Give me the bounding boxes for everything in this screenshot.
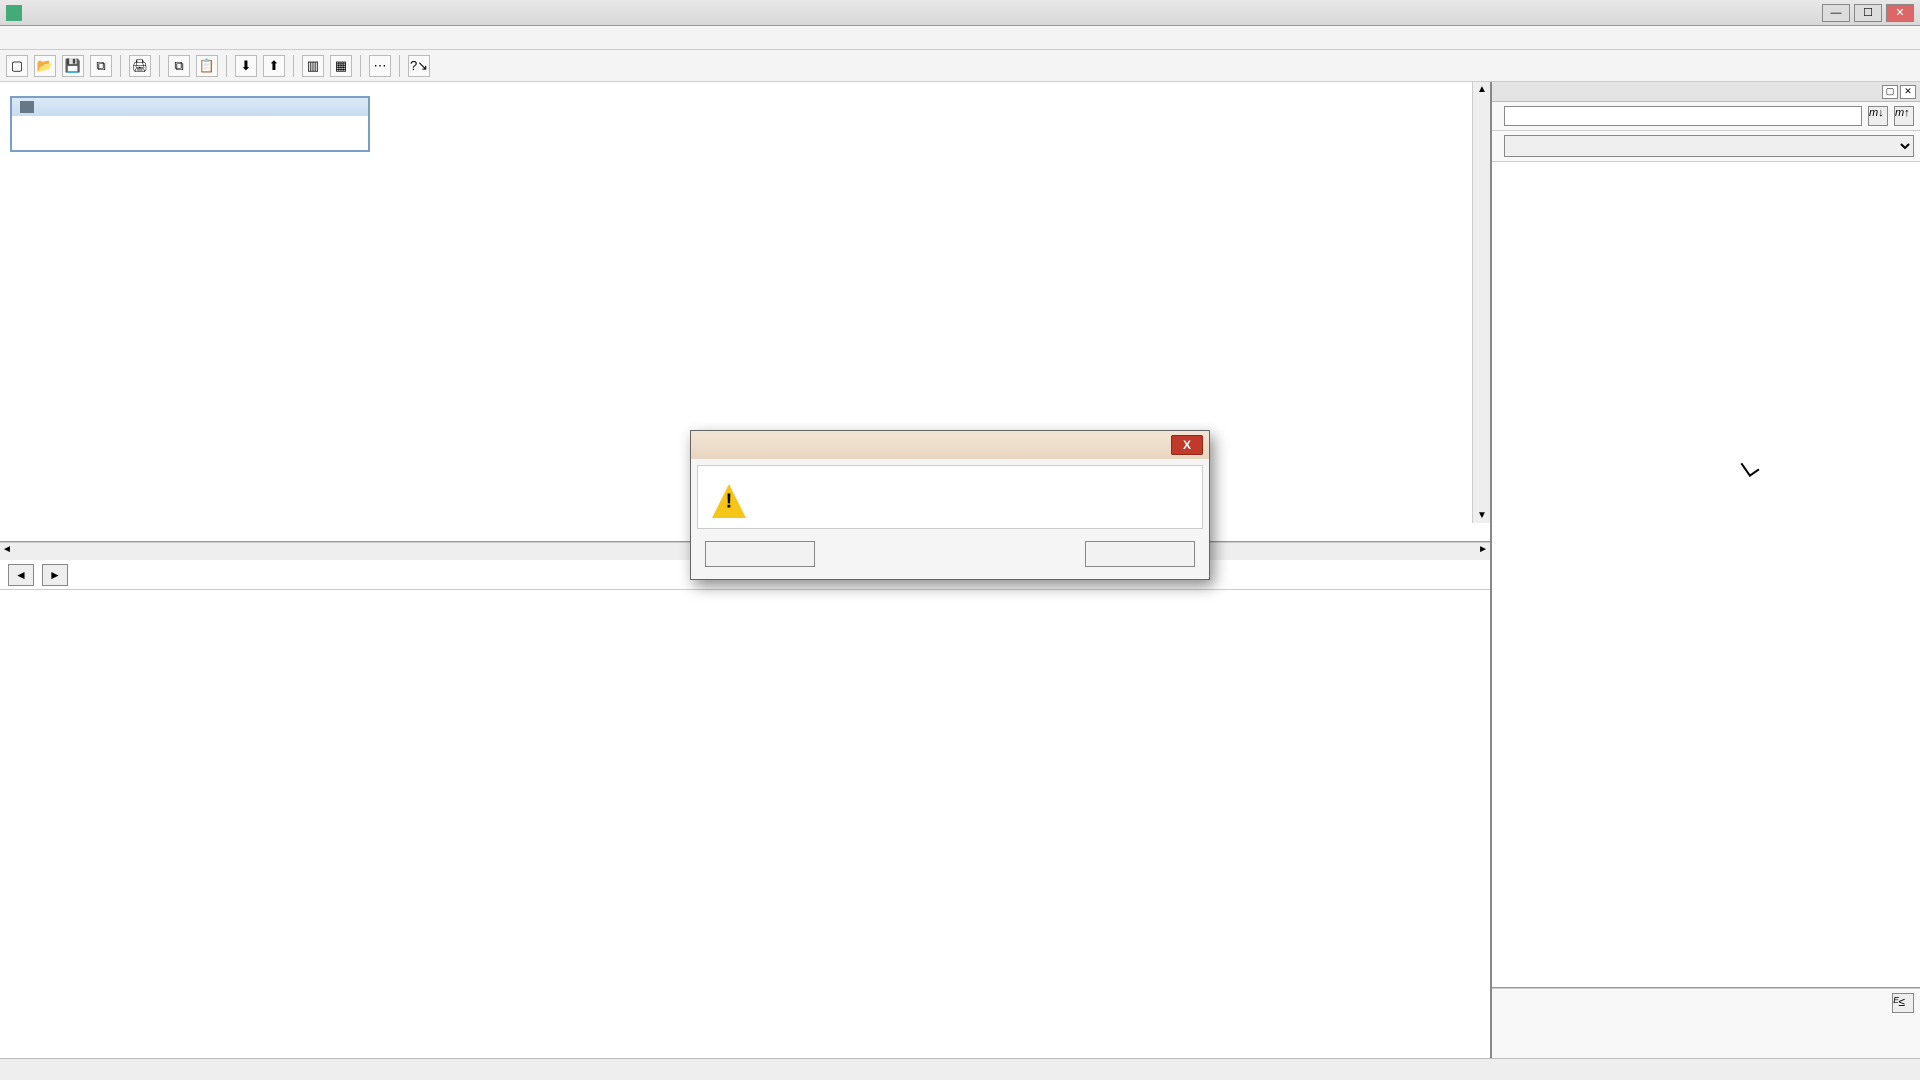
download-icon[interactable]: ⬇ — [235, 55, 257, 77]
toolbar: ▢ 📂 💾 ⧉ 🖨 ⧉ 📋 ⬇ ⬆ ▥ ▦ ⋯ ?↘ — [0, 50, 1920, 82]
panel-pin-icon[interactable]: ▢ — [1882, 85, 1898, 99]
vertical-scrollbar[interactable] — [1472, 82, 1490, 523]
search-up-icon[interactable]: m↑ — [1894, 106, 1914, 126]
catalog-icon[interactable]: ▥ — [302, 55, 324, 77]
nav-back-button[interactable]: ◄ — [8, 564, 34, 586]
new-icon[interactable]: ▢ — [6, 55, 28, 77]
netpro-icon[interactable]: ▦ — [330, 55, 352, 77]
save-icon[interactable]: 💾 — [62, 55, 84, 77]
maximize-button[interactable]: ☐ — [1854, 4, 1882, 22]
hardware-catalog: ▢ ✕ m↓ m↑ ᴱ≤ — [1490, 82, 1920, 1058]
dialog-message — [764, 484, 1188, 488]
rack-title — [12, 98, 368, 116]
save-compile-icon[interactable]: ⧉ — [90, 55, 112, 77]
info-size-icon[interactable]: ᴱ≤ — [1892, 993, 1914, 1013]
nav-forward-button[interactable]: ► — [42, 564, 68, 586]
titlebar: — ☐ ✕ — [0, 0, 1920, 26]
insert-dialog: X — [690, 430, 1210, 580]
paste-icon[interactable]: 📋 — [196, 55, 218, 77]
close-button[interactable]: ✕ — [1886, 4, 1914, 22]
minimize-button[interactable]: — — [1822, 4, 1850, 22]
profile-select[interactable] — [1504, 135, 1914, 157]
module-info: ᴱ≤ — [1492, 988, 1920, 1058]
open-icon[interactable]: 📂 — [34, 55, 56, 77]
copy-icon[interactable]: ⧉ — [168, 55, 190, 77]
status-bar — [0, 1058, 1920, 1080]
search-down-icon[interactable]: m↓ — [1868, 106, 1888, 126]
help-pointer-icon[interactable]: ?↘ — [408, 55, 430, 77]
panel-close-icon[interactable]: ✕ — [1900, 85, 1916, 99]
ok-button[interactable] — [705, 541, 815, 567]
rack-icon — [20, 101, 34, 113]
addresses-icon[interactable]: ⋯ — [369, 55, 391, 77]
catalog-tree[interactable] — [1492, 162, 1920, 988]
rack-window[interactable] — [10, 96, 370, 152]
print-icon[interactable]: 🖨 — [129, 55, 151, 77]
upload-icon[interactable]: ⬆ — [263, 55, 285, 77]
dialog-close-button[interactable]: X — [1171, 435, 1203, 455]
warning-icon — [712, 484, 746, 518]
menubar — [0, 26, 1920, 50]
app-icon — [6, 5, 22, 21]
help-button[interactable] — [1085, 541, 1195, 567]
search-input[interactable] — [1504, 106, 1862, 126]
